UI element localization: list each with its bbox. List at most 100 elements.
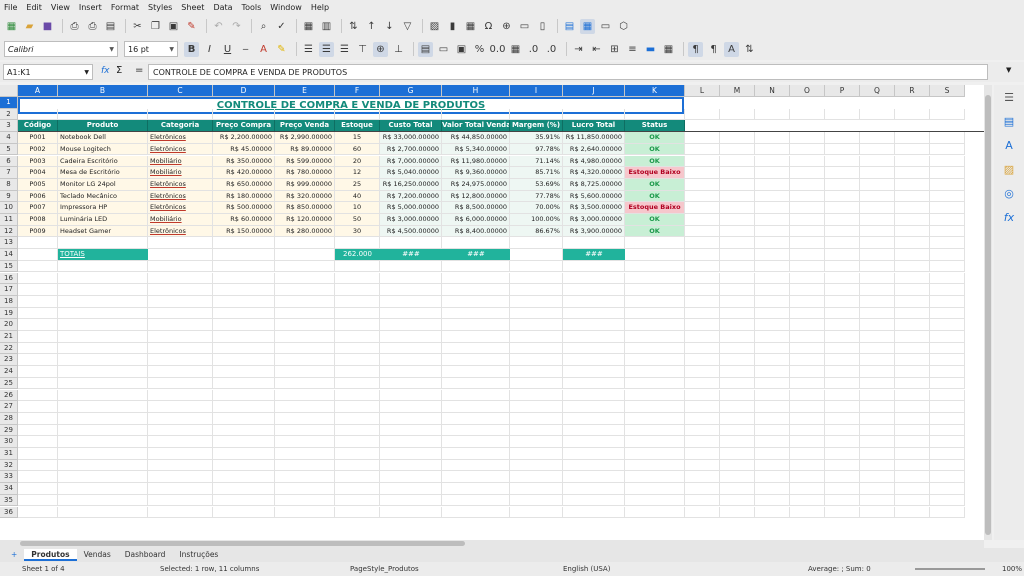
empty-cell[interactable] [625,237,685,250]
empty-cell[interactable] [860,366,895,378]
empty-cell[interactable] [860,483,895,495]
empty-cell[interactable] [563,319,625,331]
row-header[interactable]: 2 [0,108,18,121]
name-box[interactable]: A1:K1 ▼ [3,64,93,80]
empty-cell[interactable] [510,389,563,402]
empty-cell[interactable] [148,494,213,507]
data-cell[interactable]: P005 [18,178,58,191]
empty-cell[interactable] [895,354,930,367]
empty-cell[interactable] [213,389,275,402]
empty-cell[interactable] [790,506,825,519]
empty-cell[interactable] [860,237,895,250]
empty-cell[interactable] [755,284,790,296]
row-header[interactable]: 22 [0,342,18,355]
empty-cell[interactable] [755,178,790,191]
empty-cell[interactable] [213,354,275,367]
row-header[interactable]: 36 [0,506,18,519]
data-cell[interactable]: Cadeira Escritório [58,155,148,168]
align-left-icon[interactable]: ☰ [301,42,316,57]
text-direction-ltr-icon[interactable]: ¶ [688,41,703,57]
empty-cell[interactable] [625,377,685,390]
empty-cell[interactable] [148,436,213,448]
empty-cell[interactable] [685,225,720,238]
open-icon[interactable]: ▰ [22,19,37,34]
empty-cell[interactable] [213,331,275,343]
menu-insert[interactable]: Insert [79,3,102,12]
tab-0[interactable]: Produtos [24,549,77,561]
empty-cell[interactable] [930,225,965,238]
column-header[interactable]: P [825,85,860,97]
empty-cell[interactable] [335,272,380,285]
empty-cell[interactable] [755,225,790,238]
empty-cell[interactable] [442,237,510,250]
empty-cell[interactable] [930,459,965,472]
row-header[interactable]: 23 [0,354,18,367]
row-header[interactable]: 18 [0,295,18,308]
column-icon[interactable]: ▥ [319,19,334,34]
empty-cell[interactable] [275,471,335,484]
font-name-combo[interactable]: Calibri ▼ [4,41,118,57]
empty-cell[interactable] [755,108,790,121]
empty-cell[interactable] [213,483,275,495]
empty-cell[interactable] [755,342,790,355]
empty-cell[interactable] [625,354,685,367]
data-cell[interactable]: R$ 7,000.00000 [380,155,442,168]
functions-icon[interactable]: fx [994,205,1024,229]
empty-cell[interactable] [895,483,930,495]
empty-cell[interactable] [720,260,755,273]
empty-cell[interactable] [18,471,58,484]
empty-cell[interactable] [625,412,685,425]
data-cell[interactable]: R$ 420.00000 [213,167,275,179]
empty-cell[interactable] [825,319,860,331]
empty-cell[interactable] [720,377,755,390]
empty-cell[interactable] [860,436,895,448]
empty-cell[interactable] [275,506,335,519]
empty-cell[interactable] [380,401,442,413]
empty-cell[interactable] [18,436,58,448]
empty-cell[interactable] [930,202,965,214]
data-cell[interactable]: R$ 5,340.00000 [442,143,510,156]
wrap-text-icon[interactable]: ▤ [418,41,433,57]
empty-cell[interactable] [510,412,563,425]
empty-cell[interactable] [720,319,755,331]
empty-cell[interactable] [930,178,965,191]
empty-cell[interactable] [442,331,510,343]
data-cell[interactable]: Eletrônicos [148,143,213,156]
empty-cell[interactable] [720,155,755,168]
empty-cell[interactable] [213,249,275,261]
empty-cell[interactable] [930,249,965,261]
data-cell[interactable]: R$ 33,000.00000 [380,132,442,144]
empty-cell[interactable] [275,331,335,343]
empty-cell[interactable] [335,401,380,413]
empty-cell[interactable] [895,108,930,121]
empty-cell[interactable] [825,483,860,495]
empty-cell[interactable] [442,377,510,390]
empty-cell[interactable] [148,401,213,413]
empty-cell[interactable] [685,190,720,203]
empty-cell[interactable] [755,424,790,437]
row-header[interactable]: 12 [0,225,18,238]
empty-cell[interactable] [860,272,895,285]
empty-cell[interactable] [685,471,720,484]
empty-cell[interactable] [625,319,685,331]
empty-cell[interactable] [790,494,825,507]
empty-cell[interactable] [563,342,625,355]
empty-cell[interactable] [442,412,510,425]
empty-cell[interactable] [148,471,213,484]
cut-icon[interactable]: ✂ [130,19,145,34]
empty-cell[interactable] [18,389,58,402]
empty-cell[interactable] [380,494,442,507]
hyperlink-icon[interactable]: ⊕ [499,19,514,34]
column-header[interactable]: G [380,85,442,97]
empty-cell[interactable] [685,331,720,343]
column-header[interactable]: S [930,85,965,97]
empty-cell[interactable] [148,331,213,343]
row-icon[interactable]: ▦ [301,19,316,34]
empty-cell[interactable] [790,377,825,390]
empty-cell[interactable] [720,459,755,472]
empty-cell[interactable] [58,342,148,355]
empty-cell[interactable] [930,436,965,448]
empty-cell[interactable] [275,412,335,425]
empty-cell[interactable] [860,412,895,425]
empty-cell[interactable] [685,319,720,331]
